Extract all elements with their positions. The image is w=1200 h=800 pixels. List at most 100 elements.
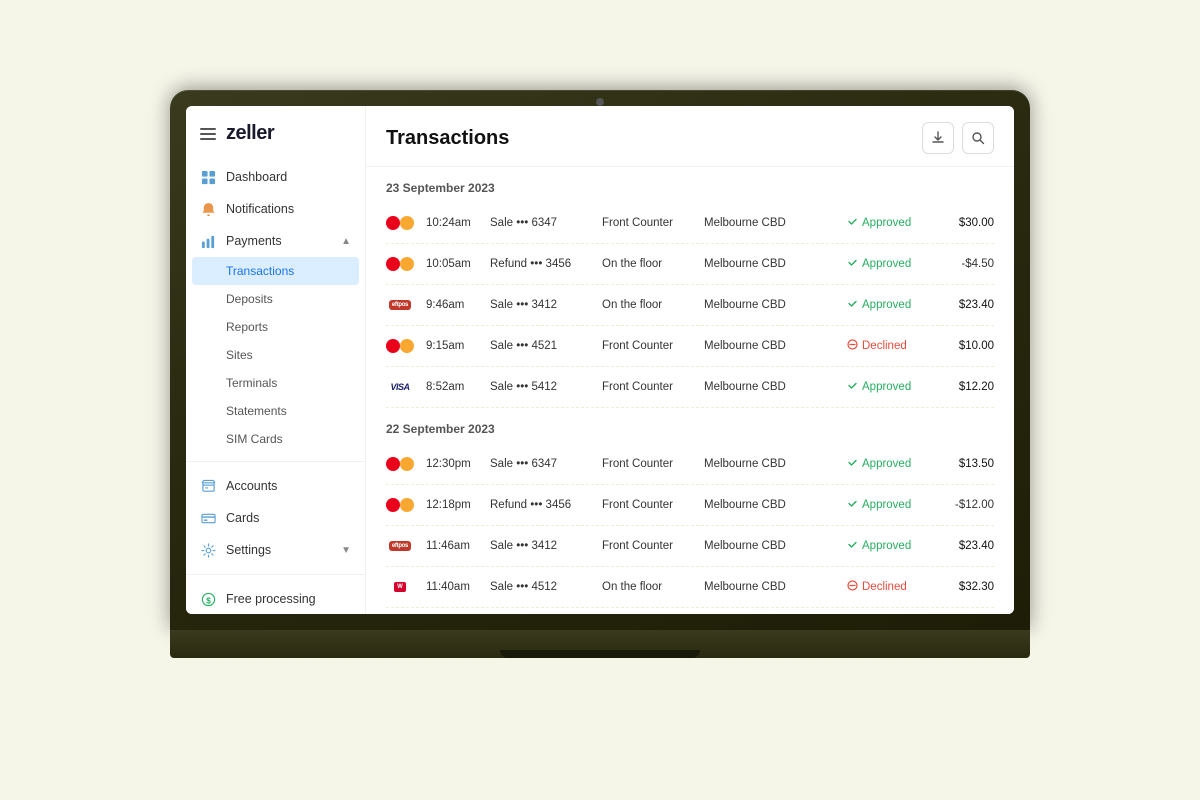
- tx-status-label: Approved: [862, 217, 911, 229]
- tx-desc: Refund ••• 3456: [490, 499, 590, 511]
- page-title: Transactions: [386, 127, 509, 150]
- tx-amount: $12.20: [939, 381, 994, 393]
- status-icon: [847, 339, 858, 353]
- logo: zeller: [226, 122, 274, 145]
- sidebar-divider-1: [186, 461, 365, 462]
- table-row[interactable]: VISA 8:52am Sale ••• 5412 Front Counter …: [386, 367, 994, 408]
- tx-desc: Sale ••• 6347: [490, 458, 590, 470]
- tx-status-label: Approved: [862, 381, 911, 393]
- tx-location1: Front Counter: [602, 540, 692, 552]
- sidebar-item-free-processing[interactable]: $ Free processing: [186, 583, 365, 614]
- subnav-item-terminals[interactable]: Terminals: [186, 369, 365, 397]
- tx-location2: Melbourne CBD: [704, 458, 835, 470]
- tx-time: 11:46am: [426, 540, 478, 552]
- sidebar-item-notifications[interactable]: Notifications: [186, 193, 365, 225]
- transactions-list: 23 September 2023 10:24am Sale ••• 6347 …: [366, 167, 1014, 614]
- card-type-icon: [386, 495, 414, 515]
- sidebar-item-dashboard[interactable]: Dashboard: [186, 161, 365, 193]
- subnav-item-reports[interactable]: Reports: [186, 313, 365, 341]
- sidebar-item-cards[interactable]: Cards: [186, 502, 365, 534]
- status-icon: [847, 539, 858, 553]
- tx-location1: Front Counter: [602, 381, 692, 393]
- table-row[interactable]: VISA 11:25am Sale ••• 7512 On the floor …: [386, 608, 994, 614]
- mastercard-icon: [386, 214, 414, 232]
- tx-desc: Sale ••• 3412: [490, 299, 590, 311]
- sidebar-item-free-processing-label: Free processing: [226, 592, 316, 606]
- tx-status-label: Declined: [862, 340, 907, 352]
- status-icon: [847, 380, 858, 394]
- tx-status-label: Declined: [862, 581, 907, 593]
- download-button[interactable]: [922, 122, 954, 154]
- tx-time: 12:18pm: [426, 499, 478, 511]
- status-icon: [847, 216, 858, 230]
- westpac-icon: W: [394, 582, 406, 592]
- tx-amount: $23.40: [939, 540, 994, 552]
- laptop-bottom: [170, 630, 1030, 658]
- status-icon: [847, 580, 858, 594]
- laptop-camera: [596, 98, 604, 106]
- subnav-item-deposits[interactable]: Deposits: [186, 285, 365, 313]
- tx-location2: Melbourne CBD: [704, 258, 835, 270]
- sidebar-item-settings[interactable]: Settings ▼: [186, 534, 365, 566]
- date-group-header: 22 September 2023: [386, 408, 994, 444]
- grid-icon: [200, 169, 216, 185]
- sidebar-nav: Dashboard Notifications: [186, 161, 365, 614]
- tx-desc: Sale ••• 4512: [490, 581, 590, 593]
- svg-text:$: $: [206, 595, 211, 605]
- tx-status-label: Approved: [862, 540, 911, 552]
- main-header: Transactions: [366, 106, 1014, 167]
- cards-icon: [200, 510, 216, 526]
- table-row[interactable]: 10:24am Sale ••• 6347 Front Counter Melb…: [386, 203, 994, 244]
- tx-desc: Sale ••• 3412: [490, 540, 590, 552]
- tx-amount: $32.30: [939, 581, 994, 593]
- hamburger-icon[interactable]: [200, 128, 216, 140]
- laptop-screen: zeller Dashboard: [186, 106, 1014, 614]
- settings-expand-icon: ▼: [341, 545, 351, 556]
- tx-desc: Sale ••• 4521: [490, 340, 590, 352]
- accounts-icon: [200, 478, 216, 494]
- sidebar-divider-2: [186, 574, 365, 575]
- search-button[interactable]: [962, 122, 994, 154]
- table-row[interactable]: 9:15am Sale ••• 4521 Front Counter Melbo…: [386, 326, 994, 367]
- table-row[interactable]: W 11:40am Sale ••• 4512 On the floor Mel…: [386, 567, 994, 608]
- tx-time: 11:40am: [426, 581, 478, 593]
- tx-time: 9:15am: [426, 340, 478, 352]
- table-row[interactable]: 12:18pm Refund ••• 3456 Front Counter Me…: [386, 485, 994, 526]
- tx-location2: Melbourne CBD: [704, 381, 835, 393]
- status-icon: [847, 457, 858, 471]
- table-row[interactable]: 12:30pm Sale ••• 6347 Front Counter Melb…: [386, 444, 994, 485]
- main-content: Transactions: [366, 106, 1014, 614]
- tx-desc: Sale ••• 6347: [490, 217, 590, 229]
- mastercard-icon: [386, 455, 414, 473]
- table-row[interactable]: eftpos 9:46am Sale ••• 3412 On the floor…: [386, 285, 994, 326]
- tx-status-label: Approved: [862, 299, 911, 311]
- tx-status: Approved: [847, 380, 927, 394]
- tx-amount: -$12.00: [939, 499, 994, 511]
- tx-time: 10:24am: [426, 217, 478, 229]
- chart-icon: [200, 233, 216, 249]
- table-row[interactable]: eftpos 11:46am Sale ••• 3412 Front Count…: [386, 526, 994, 567]
- bell-icon: [200, 201, 216, 217]
- eftpos-icon: eftpos: [389, 300, 411, 310]
- table-row[interactable]: 10:05am Refund ••• 3456 On the floor Mel…: [386, 244, 994, 285]
- settings-icon: [200, 542, 216, 558]
- sidebar-item-payments[interactable]: Payments ▲: [186, 225, 365, 257]
- subnav-item-simcards[interactable]: SIM Cards: [186, 425, 365, 453]
- sidebar-item-dashboard-label: Dashboard: [226, 170, 287, 184]
- tx-location2: Melbourne CBD: [704, 499, 835, 511]
- mastercard-icon: [386, 255, 414, 273]
- subnav-item-statements[interactable]: Statements: [186, 397, 365, 425]
- eftpos-icon: eftpos: [389, 541, 411, 551]
- tx-desc: Refund ••• 3456: [490, 258, 590, 270]
- tx-location1: On the floor: [602, 299, 692, 311]
- sidebar-header: zeller: [186, 122, 365, 161]
- subnav-item-transactions[interactable]: Transactions: [192, 257, 359, 285]
- sidebar-item-settings-label: Settings: [226, 543, 271, 557]
- subnav-item-sites[interactable]: Sites: [186, 341, 365, 369]
- tx-status: Approved: [847, 457, 927, 471]
- sidebar-item-accounts[interactable]: Accounts: [186, 470, 365, 502]
- tx-time: 10:05am: [426, 258, 478, 270]
- tx-amount: -$4.50: [939, 258, 994, 270]
- tx-amount: $13.50: [939, 458, 994, 470]
- dollar-icon: $: [200, 591, 216, 607]
